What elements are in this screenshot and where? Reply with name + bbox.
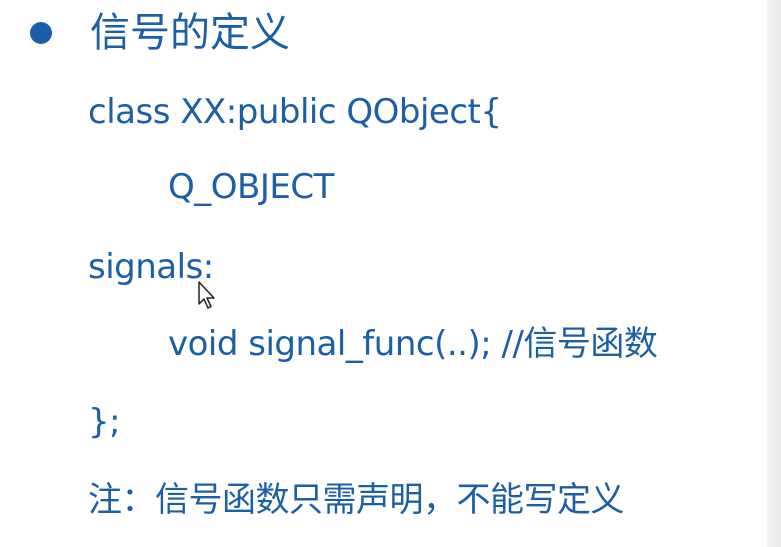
window-edge (767, 0, 781, 547)
code-line-signal-func: void signal_func(..); //信号函数 (168, 324, 658, 364)
slide: 信号的定义 class XX:public QObject{ Q_OBJECT … (0, 0, 781, 547)
bullet-dot (30, 22, 52, 44)
code-line-class-declaration: class XX:public QObject{ (88, 92, 502, 132)
code-line-signals: signals: (88, 247, 214, 287)
slide-title: 信号的定义 (90, 10, 290, 56)
code-line-closing-brace: }; (88, 402, 121, 442)
mouse-pointer-icon (198, 281, 215, 309)
note-text: 注：信号函数只需声明，不能写定义 (88, 480, 625, 520)
code-line-q-object: Q_OBJECT (168, 167, 334, 207)
